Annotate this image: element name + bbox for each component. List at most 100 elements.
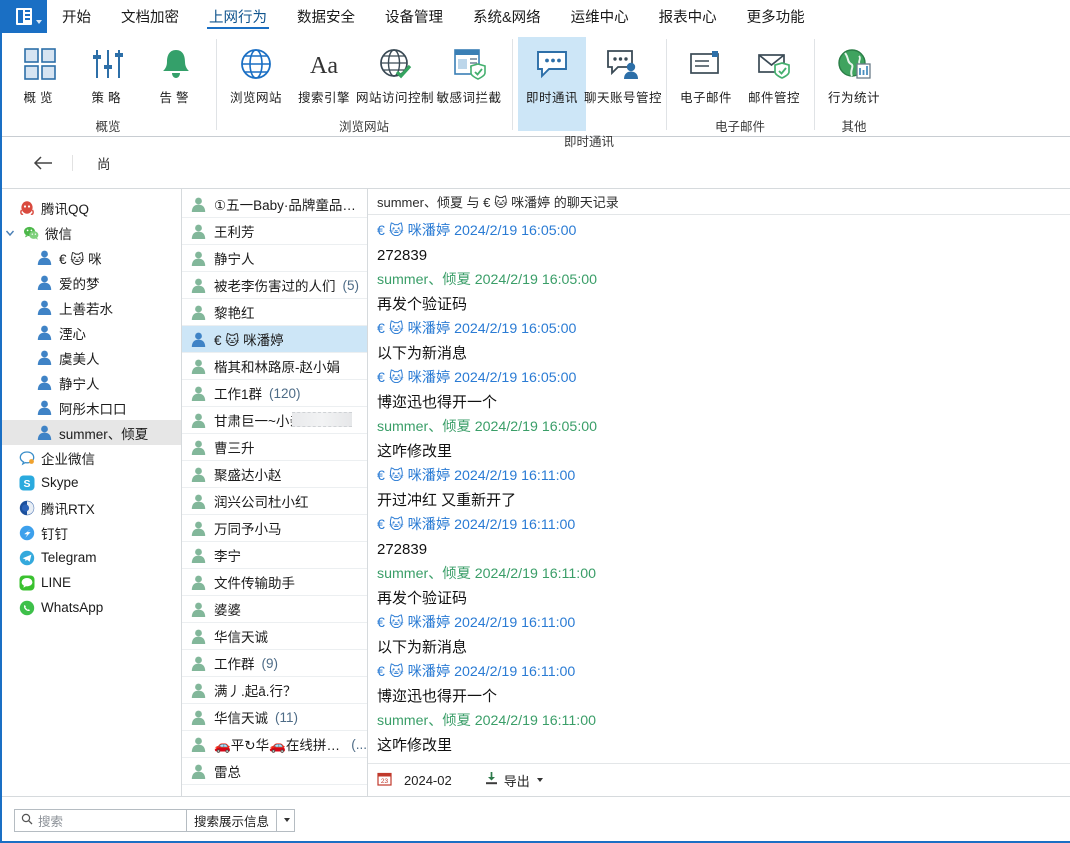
ribbon-button-chat-user[interactable]: 聊天账号管控 [584, 37, 663, 108]
list-item[interactable]: 被老李伤害过的人们 (5) [182, 272, 367, 299]
ribbon-button-sliders[interactable]: 策略 [74, 37, 142, 108]
sidebar-item-17[interactable]: WhatsApp [0, 595, 181, 620]
ribbon-tab-2[interactable]: 文档加密 [106, 0, 194, 32]
ribbon-button-grid[interactable]: 概览 [6, 37, 74, 108]
search-input[interactable]: 搜索 [14, 808, 186, 832]
ribbon-tab-7[interactable]: 运维中心 [556, 0, 644, 32]
qq-icon [18, 199, 35, 216]
arrow-left-icon[interactable] [28, 148, 58, 178]
list-item[interactable]: 雷总 [182, 758, 367, 785]
list-item[interactable]: 华信天诚 [182, 623, 367, 650]
ribbon-button-label: 概览 [23, 91, 57, 105]
app-logo[interactable] [0, 0, 47, 33]
ribbon-tab-9[interactable]: 更多功能 [732, 0, 820, 32]
list-item[interactable]: 黎艳红 [182, 299, 367, 326]
list-item[interactable]: 婆婆 [182, 596, 367, 623]
message-body: 开过冲红 又重新开了 [377, 492, 517, 509]
ribbon-tab-3[interactable]: 上网行为 [194, 0, 282, 32]
list-item[interactable]: 李宁 [182, 542, 367, 569]
message-time: 2024/2/19 16:11:00 [454, 468, 576, 484]
contact-green-icon [190, 736, 207, 753]
dingtalk-icon [18, 524, 35, 541]
chevron-down-icon[interactable] [4, 228, 16, 238]
sidebar-item-14[interactable]: 钉钉 [0, 520, 181, 545]
app-tree-panel: 腾讯QQ 微信 € 🐱 咪爱的梦 上善若水 湮心 虞美人 静宁人 阿彤木口口 summer、倾夏… [0, 189, 182, 796]
sidebar-item-4[interactable]: 爱的梦 [0, 270, 181, 295]
ribbon-tab-6[interactable]: 系统&网络 [458, 0, 556, 32]
list-item[interactable]: 华信天诚 (11) [182, 704, 367, 731]
ribbon-button-globe-check[interactable]: 网站访问控制 [356, 37, 435, 108]
list-item[interactable]: 文件传输助手 [182, 569, 367, 596]
ribbon-button-mail-card[interactable]: 电子邮件 [672, 37, 740, 108]
ribbon-tab-4[interactable]: 数据安全 [282, 0, 370, 32]
list-item[interactable]: 万同予小马 [182, 515, 367, 542]
message-meta: € 🐱 咪潘婷 2024/2/19 16:11:00 [377, 513, 1070, 537]
list-item[interactable]: 王利芳 [182, 218, 367, 245]
list-item[interactable]: 🚗平↻华🚗在线拼车群 (... [182, 731, 367, 758]
ribbon-button-globe[interactable]: 浏览网站 [222, 37, 290, 108]
list-item[interactable]: 润兴公司杜小红 [182, 488, 367, 515]
ribbon-tab-5[interactable]: 设备管理 [370, 0, 458, 32]
sidebar-item-12[interactable]: S Skype [0, 470, 181, 495]
sidebar-item-7[interactable]: 虞美人 [0, 345, 181, 370]
page-title: 尚 [97, 156, 111, 172]
message-time: 2024/2/19 16:11:00 [454, 664, 576, 680]
sidebar-item-11[interactable]: 企业微信 [0, 445, 181, 470]
ribbon-button-font-aa[interactable]: Aa 搜索引擎 [290, 37, 358, 108]
ribbon-tab-8[interactable]: 报表中心 [644, 0, 732, 32]
sidebar-item-3[interactable]: € 🐱 咪 [0, 245, 181, 270]
list-item[interactable]: ①五一Baby·品牌童品集合... [182, 191, 367, 218]
message-sender: € 🐱 咪潘婷 [377, 321, 451, 337]
export-button[interactable]: 导出 [484, 771, 543, 790]
sidebar-item-5[interactable]: 上善若水 [0, 295, 181, 320]
sidebar-item-2[interactable]: 微信 [0, 220, 181, 245]
message-sender: € 🐱 咪潘婷 [377, 664, 451, 680]
list-item[interactable]: 楷其和林路原-赵小娟 [182, 353, 367, 380]
wecom-icon [18, 449, 35, 466]
message-sender: summer、倾夏 [377, 419, 471, 435]
sidebar-item-15[interactable]: Telegram [0, 545, 181, 570]
search-scope-dropdown[interactable]: 搜索展示信息 [186, 808, 277, 832]
list-item[interactable]: € 🐱 咪潘婷 [182, 326, 367, 353]
list-item[interactable]: 工作群 (9) [182, 650, 367, 677]
chat-header: summer、倾夏 与 € 🐱 咪潘婷 的聊天记录 [368, 189, 1070, 215]
ribbon-button-bell[interactable]: 告警 [142, 37, 210, 108]
sidebar-item-8[interactable]: 静宁人 [0, 370, 181, 395]
list-item[interactable]: 曹三升 [182, 434, 367, 461]
ribbon-button-mail-shield[interactable]: 邮件管控 [740, 37, 808, 108]
message-body: 272839 [377, 541, 428, 558]
globe-stats-icon [837, 41, 871, 87]
sidebar-item-13[interactable]: 腾讯RTX [0, 495, 181, 520]
list-item-name: 工作群 [214, 657, 255, 672]
sidebar-item-10[interactable]: summer、倾夏 [0, 420, 181, 445]
ribbon-button-label: 聊天账号管控 [584, 91, 663, 105]
ribbon-tab-bar: 开始 文档加密 上网行为 数据安全 设备管理 系统&网络 运维中心 报表中心 更多功能 [0, 0, 1070, 33]
list-item-count: (9) [261, 655, 279, 671]
search-scope-arrow[interactable] [276, 808, 296, 832]
ribbon-tabs: 开始 文档加密 上网行为 数据安全 设备管理 系统&网络 运维中心 报表中心 更多功能 [47, 0, 820, 32]
sidebar-item-label: 钉钉 [41, 526, 68, 542]
sidebar-item-16[interactable]: LINE [0, 570, 181, 595]
list-item[interactable]: 满丿.起ā.行？ [182, 677, 367, 704]
sidebar-item-label: WhatsApp [41, 600, 104, 615]
ribbon-button-label: 网站访问控制 [356, 91, 435, 105]
line-icon [18, 574, 35, 591]
sidebar-item-1[interactable]: 腾讯QQ [0, 195, 181, 220]
list-item[interactable]: 甘肃巨一~小亲... [182, 407, 367, 434]
ribbon-button-globe-stats[interactable]: 行为统计 [820, 37, 888, 108]
message-meta: € 🐱 咪潘婷 2024/2/19 16:11:00 [377, 464, 1070, 488]
sidebar-item-label: Telegram [41, 550, 97, 565]
document-icon [15, 8, 32, 25]
contact-icon [36, 299, 53, 316]
sidebar-item-6[interactable]: 湮心 [0, 320, 181, 345]
sidebar-item-9[interactable]: 阿彤木口口 [0, 395, 181, 420]
message-time: 2024/2/19 16:11:00 [454, 615, 576, 631]
list-item[interactable]: 静宁人 [182, 245, 367, 272]
message-sender: € 🐱 咪潘婷 [377, 517, 451, 533]
ribbon-tab-1[interactable]: 开始 [47, 0, 106, 32]
list-item[interactable]: 工作1群 (120) [182, 380, 367, 407]
ribbon-button-page-shield[interactable]: 敏感词拦截 [432, 37, 506, 108]
contact-green-icon [190, 304, 207, 321]
list-item[interactable]: 聚盛达小赵 [182, 461, 367, 488]
ribbon-button-chat-bubble[interactable]: 即时通讯 [518, 37, 586, 131]
